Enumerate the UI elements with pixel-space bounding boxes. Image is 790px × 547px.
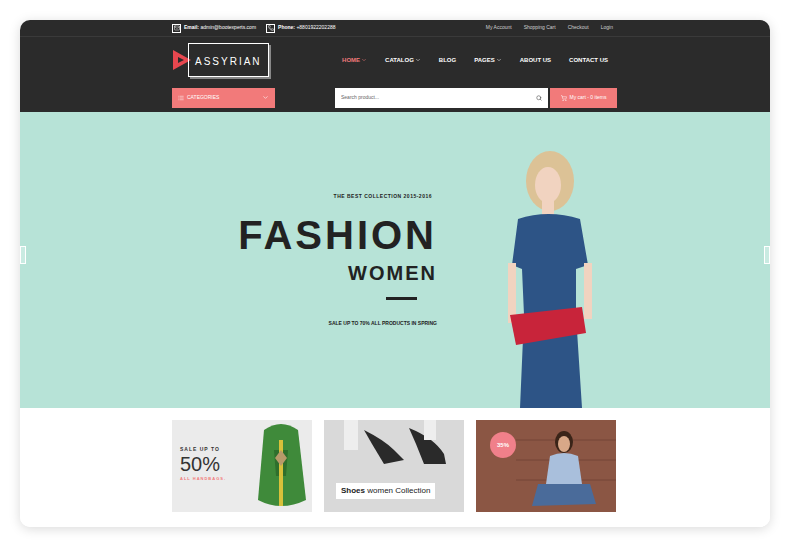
- logo[interactable]: ASSYRIAN: [172, 43, 269, 77]
- email-text: Email: admin@bootexperts.com: [184, 24, 256, 32]
- nav-item[interactable]: BLOG: [439, 56, 456, 65]
- slider-prev-arrow[interactable]: [20, 246, 26, 264]
- nav-item[interactable]: HOME: [342, 56, 367, 65]
- nav-item[interactable]: PAGES: [474, 56, 502, 65]
- top-link[interactable]: Login: [601, 24, 613, 32]
- search-icon[interactable]: [536, 95, 542, 101]
- search-bar: CATEGORIES My cart - 0 items: [20, 83, 770, 112]
- main-nav: HOME CATALOG BLOG PAGES ABOUT US CONTACT US: [342, 56, 618, 65]
- chevron-down-icon: [496, 57, 502, 63]
- page: Email: admin@bootexperts.com Phone: +8801…: [0, 0, 790, 547]
- chevron-down-icon: [361, 57, 367, 63]
- promo-section: SALE UP TO50%ALL HANDBAGS. Shoes women Co…: [20, 408, 770, 527]
- model-photo: [490, 145, 610, 408]
- banner-shoes[interactable]: Shoes women Collection: [324, 420, 464, 512]
- chevron-down-icon: [262, 94, 269, 101]
- top-link[interactable]: My Account: [486, 24, 512, 32]
- list-icon: [178, 95, 184, 101]
- cart-button[interactable]: My cart - 0 items: [550, 88, 617, 108]
- logo-icon: [172, 49, 192, 71]
- chevron-down-icon: [415, 57, 421, 63]
- hero-tagline: SALE UP TO 70% ALL PRODUCTS IN SPRING: [329, 320, 437, 328]
- banner-caption: ALL HANDBAGS.: [180, 475, 250, 483]
- site-card: Email: admin@bootexperts.com Phone: +8801…: [20, 20, 770, 527]
- search-input[interactable]: [341, 94, 536, 102]
- banner-handbags[interactable]: SALE UP TO50%ALL HANDBAGS.: [172, 420, 312, 512]
- discount-badge: 35%: [490, 432, 516, 458]
- top-bar: Email: admin@bootexperts.com Phone: +8801…: [20, 20, 770, 37]
- categories-dropdown[interactable]: CATEGORIES: [172, 88, 275, 108]
- nav-item[interactable]: CATALOG: [385, 56, 421, 65]
- hero-subtitle: WOMEN: [348, 263, 437, 283]
- hero-divider: [386, 297, 417, 300]
- backpack-photo: [250, 420, 312, 512]
- nav-item[interactable]: ABOUT US: [520, 56, 551, 65]
- model-photo: [516, 420, 616, 512]
- mail-icon: [174, 25, 180, 31]
- phone-text: Phone: +8801922202288: [278, 24, 335, 32]
- top-link[interactable]: Checkout: [568, 24, 589, 32]
- top-link[interactable]: Shopping Cart: [524, 24, 556, 32]
- banner-sale-badge[interactable]: 35%: [476, 420, 616, 512]
- cart-icon: [561, 95, 567, 101]
- hero-title: FASHION: [238, 215, 437, 255]
- hero-eyebrow: THE BEST COLLECTION 2015-2016: [334, 193, 432, 201]
- hero-slider: THE BEST COLLECTION 2015-2016 FASHION WOME…: [20, 112, 770, 408]
- nav-item[interactable]: CONTACT US: [569, 56, 608, 65]
- banner-eyebrow: SALE UP TO: [180, 446, 250, 453]
- main-header: ASSYRIAN HOME CATALOG BLOG PAGES ABOUT US CONT…: [20, 37, 770, 83]
- phone-icon: [268, 25, 274, 31]
- banner-label: Shoes women Collection: [336, 483, 435, 499]
- search-field[interactable]: [335, 88, 548, 108]
- slider-next-arrow[interactable]: [764, 246, 770, 264]
- shoes-photo: [324, 420, 464, 476]
- banner-value: 50%: [180, 453, 250, 475]
